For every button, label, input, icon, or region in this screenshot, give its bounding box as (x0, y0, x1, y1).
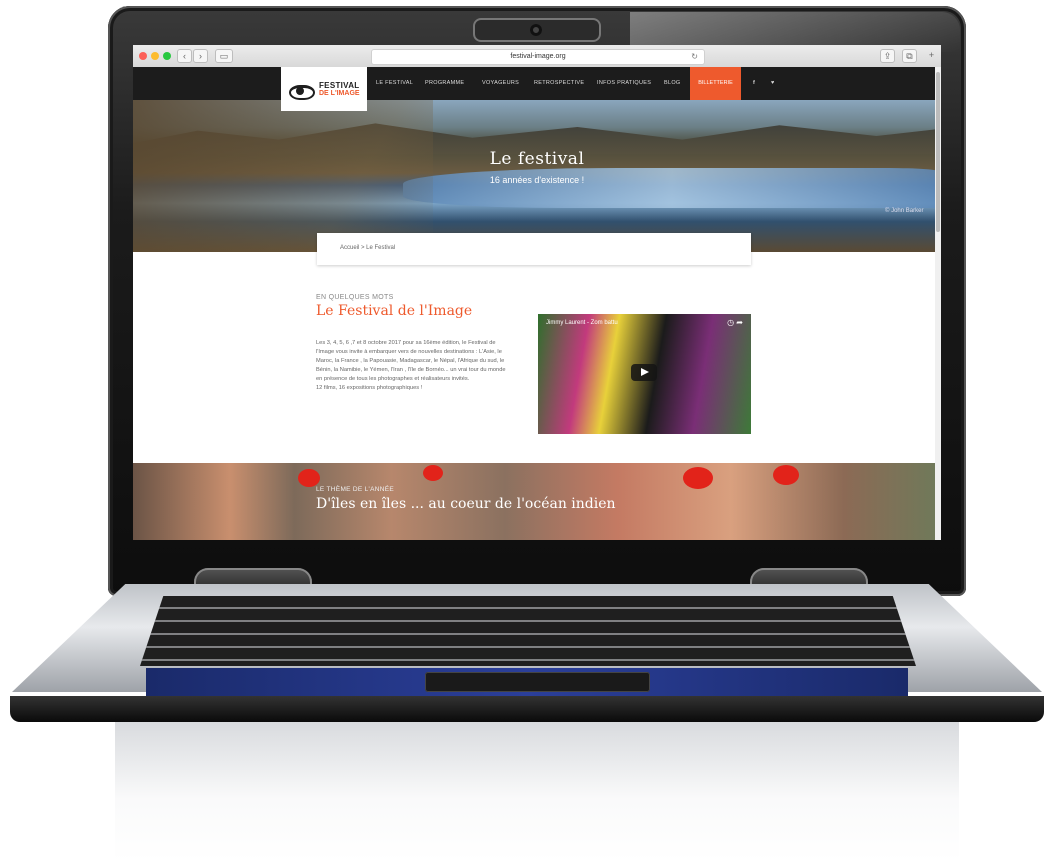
flower-decoration (298, 469, 320, 487)
flower-decoration (683, 467, 713, 489)
video-title: Jimmy Laurent - Zom battu (546, 320, 618, 326)
site-logo[interactable]: FESTIVAL DE L'IMAGE (281, 67, 367, 111)
photo-credit: © John Barker (885, 208, 924, 214)
flower-decoration (773, 465, 799, 485)
video-player[interactable]: Jimmy Laurent - Zom battu ◷ ➦ (538, 314, 751, 434)
facebook-icon[interactable]: f (753, 67, 755, 100)
camera-icon (530, 24, 542, 36)
keyboard-keys (140, 596, 916, 666)
twitter-icon[interactable]: ♥ (771, 67, 775, 100)
reload-icon[interactable]: ↻ (691, 50, 698, 64)
keyboard (140, 596, 916, 666)
plus-icon[interactable]: + (925, 49, 938, 61)
theme-kicker: LE THÈME DE L'ANNÉE (316, 486, 394, 493)
url-text: festival-image.org (510, 53, 566, 60)
chevron-right-icon[interactable]: › (193, 49, 208, 63)
base-edge (10, 696, 1044, 722)
share-icon[interactable]: ◷ ➦ (727, 318, 743, 327)
nav-retrospective[interactable]: RETROSPECTIVE (534, 67, 584, 100)
camera-bar (473, 18, 601, 42)
section-title: Le Festival de l'Image (316, 303, 473, 319)
address-bar[interactable]: festival-image.org ↻ (371, 49, 705, 65)
hero-subtitle: 16 années d'existence ! (489, 175, 585, 185)
body-text: Les 3, 4, 5, 6 ,7 et 8 octobre 2017 pour… (316, 340, 506, 382)
share-icon[interactable]: ⇪ (880, 49, 895, 63)
tabs-icon[interactable]: ⧉ (902, 49, 917, 63)
sidebar-icon[interactable]: ▭ (215, 49, 233, 63)
nav-blog[interactable]: BLOG (664, 67, 680, 100)
screen: ‹ › ▭ festival-image.org ↻ ⇪ ⧉ + FESTIVA… (133, 45, 941, 540)
section-kicker: EN QUELQUES MOTS (316, 294, 394, 301)
logo-line1: FESTIVAL (319, 81, 360, 90)
flower-decoration (423, 465, 443, 481)
nav-programme[interactable]: PROGRAMME (425, 67, 464, 100)
breadcrumb[interactable]: Accueil > Le Festival (340, 245, 395, 251)
billetterie-button[interactable]: BILLETTERIE (690, 67, 741, 100)
zoom-window-icon[interactable] (163, 52, 171, 60)
browser-toolbar: ‹ › ▭ festival-image.org ↻ ⇪ ⧉ + (133, 45, 941, 68)
reflection (115, 722, 959, 862)
nav-le-festival[interactable]: LE FESTIVAL (376, 67, 413, 100)
hero-lake (403, 168, 941, 208)
close-window-icon[interactable] (139, 52, 147, 60)
section-body: Les 3, 4, 5, 6 ,7 et 8 octobre 2017 pour… (316, 339, 508, 393)
nav-voyageurs[interactable]: VOYAGEURS (482, 67, 519, 100)
play-button[interactable] (631, 364, 657, 381)
minimize-window-icon[interactable] (151, 52, 159, 60)
theme-title: D'îles en îles ... au coeur de l'océan i… (316, 496, 616, 512)
hero-title: Le festival (489, 149, 585, 169)
play-icon (641, 368, 649, 376)
trackpad (425, 672, 650, 692)
nav-infos-pratiques[interactable]: INFOS PRATIQUES (597, 67, 651, 100)
scrollbar[interactable] (935, 67, 941, 540)
breadcrumb-card: Accueil > Le Festival (317, 233, 751, 265)
scrollbar-thumb[interactable] (936, 72, 940, 232)
logo-line2: DE L'IMAGE (319, 90, 360, 97)
chevron-left-icon[interactable]: ‹ (177, 49, 192, 63)
eye-pupil (296, 87, 304, 95)
body-text-2: 12 films, 16 expositions photographiques… (316, 385, 423, 391)
